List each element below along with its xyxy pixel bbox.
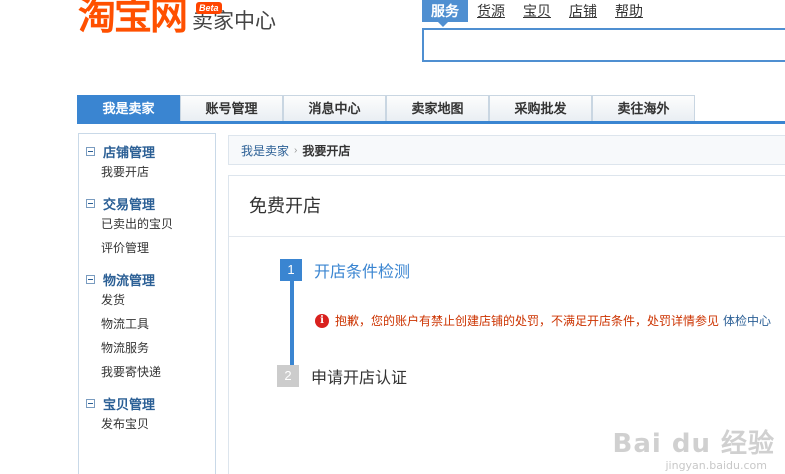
search-tab-help[interactable]: 帮助 [606, 0, 652, 22]
sidebar-group-items: 宝贝管理 发布宝贝 [79, 394, 215, 436]
sidebar-item-open-shop[interactable]: 我要开店 [79, 160, 215, 184]
main-nav: 我是卖家 账号管理 消息中心 卖家地图 采购批发 卖往海外 [77, 95, 785, 124]
sidebar-item-sold-items[interactable]: 已卖出的宝贝 [79, 212, 215, 236]
search-tabs: 服务 货源 宝贝 店铺 帮助 [422, 0, 652, 27]
sidebar-group-trade: 交易管理 已卖出的宝贝 评价管理 [79, 194, 215, 260]
logo-main-text: 淘宝网 [78, 0, 188, 38]
sidebar-group-label: 宝贝管理 [103, 396, 156, 412]
sidebar-item-reviews[interactable]: 评价管理 [79, 236, 215, 260]
sidebar-group-logistics: 物流管理 发货 物流工具 物流服务 我要寄快递 [79, 270, 215, 384]
sidebar-group-title[interactable]: 交易管理 [79, 194, 215, 212]
sidebar-item-logistics-service[interactable]: 物流服务 [79, 336, 215, 360]
collapse-icon[interactable] [86, 198, 95, 208]
step-number: 1 [280, 259, 302, 281]
alert-message: i 抱歉，您的账户有禁止创建店铺的处罚，不满足开店条件，处罚详情参见 体检中心 [315, 312, 771, 329]
sidebar-item-logistics-tools[interactable]: 物流工具 [79, 312, 215, 336]
step-1: 1 开店条件检测 [280, 258, 410, 282]
sidebar-group-title[interactable]: 店铺管理 [79, 142, 215, 160]
sidebar-item-ship[interactable]: 发货 [79, 288, 215, 312]
search-tab-service[interactable]: 服务 [422, 0, 468, 27]
nav-tab-seller-map[interactable]: 卖家地图 [386, 95, 489, 121]
sidebar-group-shop: 店铺管理 我要开店 [79, 142, 215, 184]
sidebar-group-title[interactable]: 宝贝管理 [79, 394, 215, 412]
collapse-icon[interactable] [86, 274, 95, 284]
info-error-icon: i [315, 313, 329, 328]
watermark-url: jingyan.baidu.com [665, 459, 767, 472]
baidu-jingyan-watermark: Bai du 经验 [612, 429, 775, 459]
collapse-icon[interactable] [86, 146, 95, 156]
alert-text: 抱歉，您的账户有禁止创建店铺的处罚，不满足开店条件，处罚详情参见 [335, 314, 720, 328]
nav-tab-seller[interactable]: 我是卖家 [77, 95, 180, 121]
breadcrumb-current: 我要开店 [302, 143, 351, 158]
step-connector [290, 278, 294, 370]
sidebar-group-label: 物流管理 [103, 272, 156, 288]
sidebar-item-send-express[interactable]: 我要寄快递 [79, 360, 215, 384]
sidebar: 店铺管理 我要开店 交易管理 已卖出的宝贝 评价管理 物流管理 发货 物流工具 … [78, 133, 216, 474]
search-tab-shop[interactable]: 店铺 [560, 0, 606, 22]
breadcrumb: 我是卖家 › 我要开店 [228, 135, 785, 165]
step-number: 2 [277, 365, 299, 387]
breadcrumb-separator: › [294, 144, 298, 156]
sidebar-item-publish-item[interactable]: 发布宝贝 [79, 412, 215, 436]
search-tab-item[interactable]: 宝贝 [514, 0, 560, 22]
search-input[interactable] [422, 28, 785, 62]
nav-tab-overseas[interactable]: 卖往海外 [592, 95, 695, 121]
health-center-link[interactable]: 体检中心 [723, 312, 771, 329]
step-label: 开店条件检测 [314, 262, 411, 281]
nav-tab-wholesale[interactable]: 采购批发 [489, 95, 592, 121]
step-2: 2 申请开店认证 [277, 364, 407, 388]
nav-tab-messages[interactable]: 消息中心 [283, 95, 386, 121]
nav-tab-account[interactable]: 账号管理 [180, 95, 283, 121]
collapse-icon[interactable] [86, 398, 95, 408]
taobao-logo[interactable]: 淘宝网 卖家中心 [78, 0, 276, 36]
sidebar-group-title[interactable]: 物流管理 [79, 270, 215, 288]
page-title: 免费开店 [229, 176, 785, 237]
sidebar-group-label: 店铺管理 [103, 144, 156, 160]
sidebar-group-label: 交易管理 [103, 196, 156, 212]
breadcrumb-root-link[interactable]: 我是卖家 [241, 142, 289, 159]
search-tab-source[interactable]: 货源 [468, 0, 514, 22]
step-label: 申请开店认证 [311, 368, 408, 387]
beta-badge: Beta [196, 2, 222, 14]
